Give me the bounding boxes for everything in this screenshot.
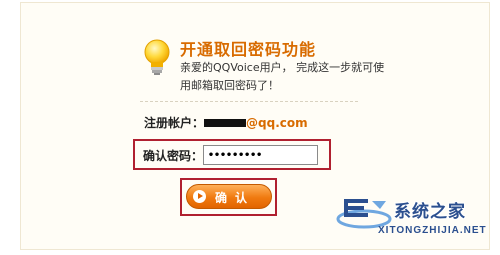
page-title: 开通取回密码功能 <box>180 40 317 59</box>
account-row: 注册帐户： @qq.com <box>144 114 308 132</box>
divider <box>140 101 358 102</box>
watermark-name: 系统之家 <box>394 202 466 222</box>
account-domain: @qq.com <box>246 115 308 130</box>
screen: 开通取回密码功能 亲爱的QQVoice用户， 完成这一步就可使用邮箱取回密码了！… <box>0 0 500 255</box>
confirm-button[interactable]: 确认 <box>186 184 272 209</box>
play-arrow-icon <box>193 190 206 203</box>
lightbulb-icon <box>144 39 170 75</box>
password-label: 确认密码： <box>143 149 204 163</box>
account-label: 注册帐户： <box>144 116 205 130</box>
confirm-button-label: 确认 <box>215 191 256 205</box>
redacted-account-bar <box>204 118 247 127</box>
watermark-url: XITONGZHIJIA.NET <box>378 225 487 236</box>
confirm-password-field[interactable] <box>203 145 318 165</box>
instruction-text: 亲爱的QQVoice用户， 完成这一步就可使用邮箱取回密码了！ <box>180 61 385 92</box>
